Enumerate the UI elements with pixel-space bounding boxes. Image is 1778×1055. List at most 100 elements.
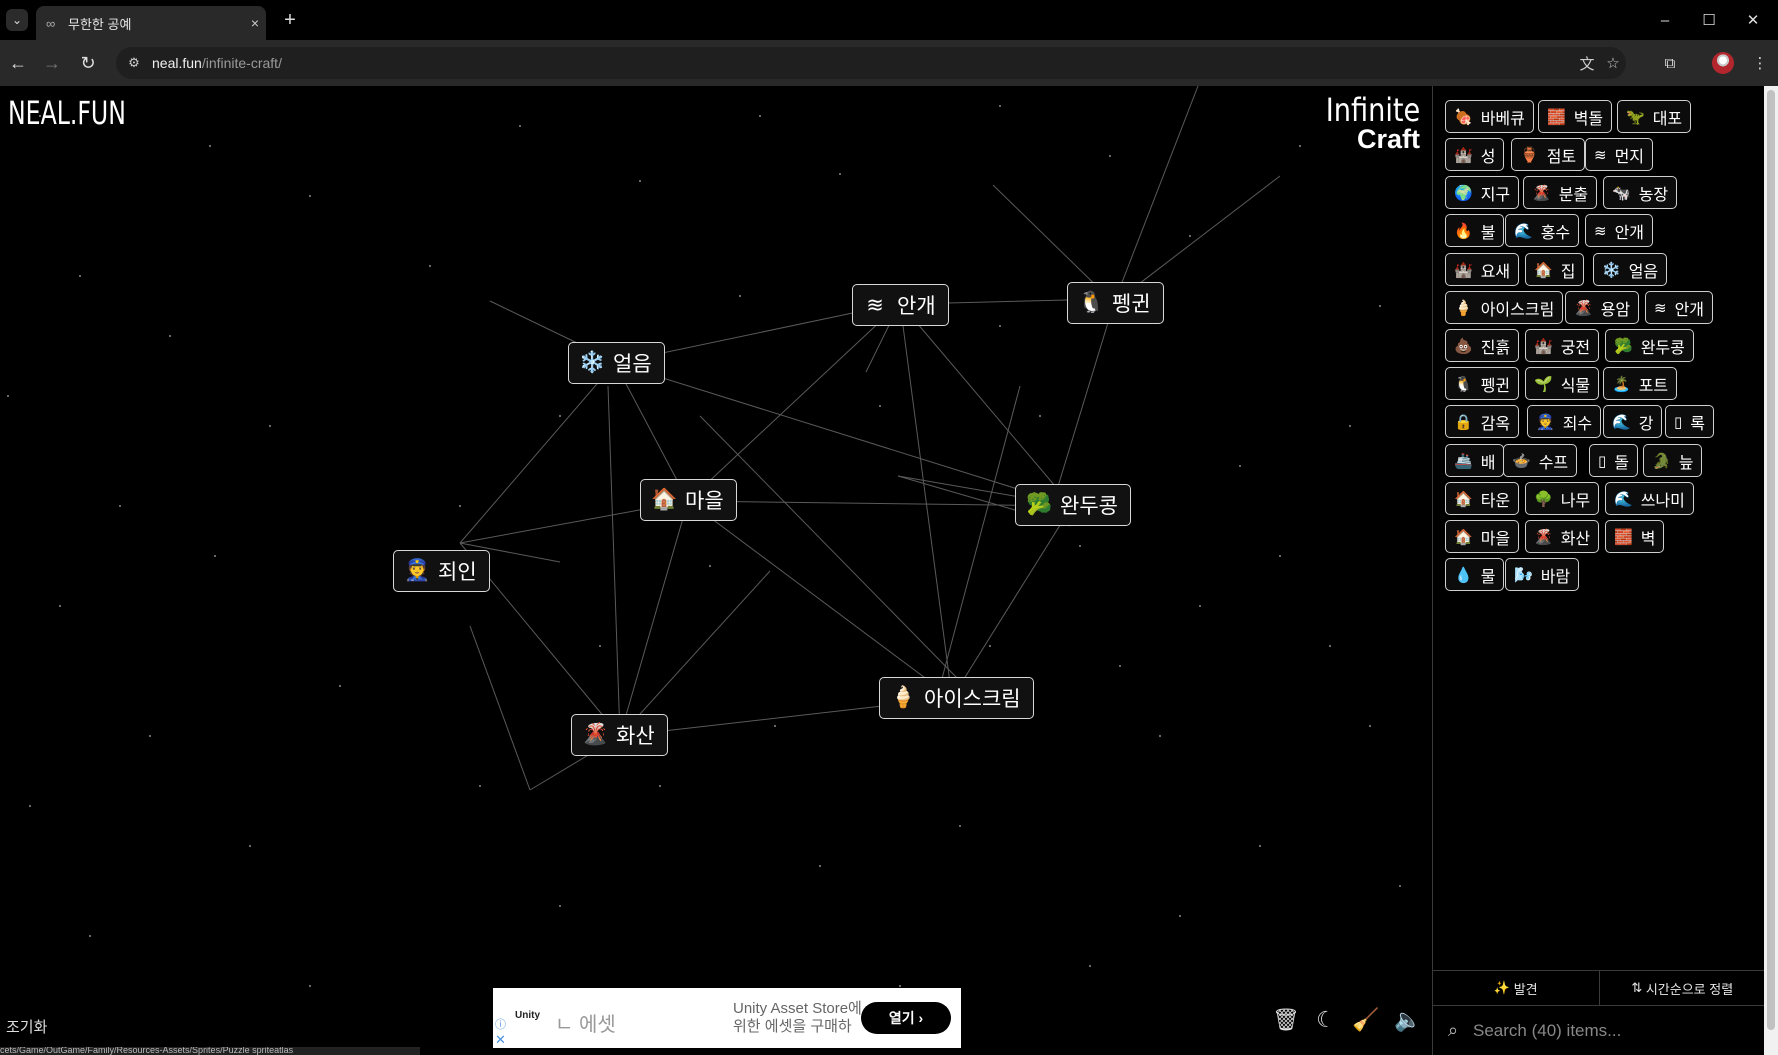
sidebar-item[interactable]: 🐧 펭귄: [1445, 367, 1520, 400]
forward-arrow-icon[interactable]: →: [40, 51, 64, 75]
sidebar-item[interactable]: ❄️ 얼음: [1593, 253, 1668, 286]
canvas-item[interactable]: 🌋 화산: [571, 714, 668, 756]
moon-icon[interactable]: ☾: [1312, 1006, 1340, 1034]
site-settings-icon[interactable]: ⚙: [116, 55, 152, 71]
sidebar-item[interactable]: 🥦 완두콩: [1605, 329, 1694, 362]
starfield: [7, 86, 1401, 987]
sidebar-item[interactable]: 🐄 농장: [1603, 176, 1678, 209]
sidebar-item[interactable]: 🧱 벽돌: [1538, 100, 1613, 133]
sidebar-item[interactable]: 🌍 지구: [1445, 176, 1520, 209]
tab-close-icon[interactable]: ×: [244, 15, 266, 31]
sidebar-item[interactable]: 🍖 바베큐: [1445, 100, 1534, 133]
canvas-item[interactable]: 👮 죄인: [393, 550, 490, 592]
penguin-icon: 🐧: [1454, 375, 1473, 393]
sidebar-item[interactable]: 💩 진흙: [1445, 329, 1520, 362]
page-scrollbar[interactable]: [1764, 86, 1778, 1055]
close-window-button[interactable]: ✕: [1730, 6, 1776, 34]
sidebar-item[interactable]: 🏰 요새: [1445, 253, 1520, 286]
canvas-item[interactable]: ❄️ 얼음: [568, 342, 665, 384]
sidebar-item[interactable]: 🌋 분출: [1523, 176, 1598, 209]
canvas-item[interactable]: 🍦 아이스크림: [879, 677, 1034, 719]
canvas-item-label: 펭귄: [1112, 293, 1151, 316]
sidebar-item[interactable]: 🌬️ 바람: [1505, 558, 1580, 591]
minimize-button[interactable]: –: [1642, 6, 1688, 34]
sidebar-item-label: 분출: [1558, 186, 1589, 204]
sidebar-item[interactable]: 🌊 홍수: [1505, 214, 1580, 247]
sidebar-item[interactable]: 🍲 수프: [1503, 444, 1578, 477]
lock-icon: 🔒: [1454, 413, 1473, 431]
neal-fun-logo[interactable]: NEAL.FUN: [8, 94, 126, 132]
canvas-item[interactable]: 🏠 마을: [640, 479, 737, 521]
sidebar-item[interactable]: 🏠 마을: [1445, 520, 1520, 553]
sidebar-item-label: 안개: [1674, 301, 1705, 319]
craft-canvas[interactable]: NEAL.FUN Infinite Craft ≋ 안개 🐧 펭귄 ❄️ 얼음 🏠 마을…: [0, 86, 1432, 1055]
sidebar-item[interactable]: 🧱 벽: [1605, 520, 1665, 553]
extensions-icon[interactable]: ⧉: [1658, 51, 1682, 75]
discover-button[interactable]: ✨ 발견: [1433, 971, 1599, 1005]
broom-icon[interactable]: 🧹: [1352, 1006, 1380, 1034]
address-bar[interactable]: ⚙ neal.fun/infinite-craft/ 文 ☆: [116, 47, 1626, 79]
sort-button[interactable]: ⇅ 시간순으로 정렬: [1598, 971, 1766, 1005]
menu-kebab-icon[interactable]: ⋮: [1748, 51, 1772, 75]
sidebar-item[interactable]: 👮 죄수: [1527, 405, 1602, 438]
sidebar-item[interactable]: 🌳 나무: [1525, 482, 1600, 515]
sidebar-item[interactable]: 🏝️ 포트: [1603, 367, 1678, 400]
ad-brand: Unity: [515, 1010, 540, 1021]
sidebar-item[interactable]: 🌋 화산: [1525, 520, 1600, 553]
profile-avatar[interactable]: [1712, 52, 1734, 74]
sidebar-item[interactable]: ▯ 록: [1665, 405, 1714, 438]
sidebar-item[interactable]: 🐊 늪: [1643, 444, 1703, 477]
sidebar-item[interactable]: 🏠 타운: [1445, 482, 1520, 515]
reset-button[interactable]: 조기화: [6, 1016, 47, 1037]
sidebar-item[interactable]: 💧 물: [1445, 558, 1505, 591]
scrollbar-thumb[interactable]: [1767, 90, 1775, 1030]
sidebar-item-label: 농장: [1638, 186, 1669, 204]
broccoli-icon: 🥦: [1614, 337, 1633, 355]
sidebar-item-label: 벽돌: [1573, 110, 1604, 128]
sidebar-item-label: 강: [1638, 415, 1654, 433]
volcano-icon: 🌋: [1532, 184, 1551, 202]
trash-icon[interactable]: 🗑: [1272, 1006, 1300, 1034]
sidebar-item[interactable]: ≋ 안개: [1645, 291, 1714, 324]
canvas-item[interactable]: 🥦 완두콩: [1015, 484, 1131, 526]
sidebar-item[interactable]: 🌊 쓰나미: [1605, 482, 1694, 515]
sidebar-item-label: 수프: [1538, 454, 1569, 472]
ad-banner[interactable]: ⓘ ✕ Unity ㄴ 에셋 Unity Asset Store에 위한 에셋을…: [493, 988, 961, 1048]
sidebar-item-label: 집: [1560, 263, 1576, 281]
sidebar-item[interactable]: 🏺 점토: [1511, 138, 1586, 171]
canvas-item[interactable]: ≋ 안개: [852, 284, 949, 326]
sidebar-item[interactable]: 🏠 집: [1525, 253, 1585, 286]
tab-search-button[interactable]: ⌄: [6, 9, 28, 31]
back-arrow-icon[interactable]: ←: [6, 51, 30, 75]
bookmark-star-icon[interactable]: ☆: [1600, 47, 1626, 79]
sidebar-item[interactable]: 🏰 성: [1445, 138, 1505, 171]
castle-icon: 🏰: [1534, 337, 1553, 355]
sidebar-item[interactable]: 🌊 강: [1603, 405, 1663, 438]
sidebar-item[interactable]: 🏰 궁전: [1525, 329, 1600, 362]
reload-icon[interactable]: ↻: [76, 51, 100, 75]
search-input[interactable]: [1473, 1020, 1765, 1041]
sidebar-item[interactable]: ≋ 먼지: [1585, 138, 1654, 171]
maximize-button[interactable]: ☐: [1686, 6, 1732, 34]
translate-icon[interactable]: 文: [1574, 47, 1600, 79]
sidebar-item[interactable]: ▯ 돌: [1589, 444, 1638, 477]
sidebar-item-label: 진흙: [1480, 339, 1511, 357]
sidebar-item[interactable]: 🚢 배: [1445, 444, 1505, 477]
sidebar-item[interactable]: 🍦 아이스크림: [1445, 291, 1564, 324]
ad-open-button[interactable]: 열기 ›: [861, 1002, 951, 1034]
sidebar-item[interactable]: 🔥 불: [1445, 214, 1505, 247]
sidebar-item[interactable]: 🌱 식물: [1525, 367, 1600, 400]
new-tab-button[interactable]: +: [278, 8, 302, 32]
ad-headline: ㄴ 에셋: [555, 1014, 616, 1036]
ad-body: Unity Asset Store에 위한 에셋을 구매하: [733, 1000, 862, 1036]
active-tab[interactable]: ∞ 무한한 공예 ×: [36, 6, 266, 40]
ad-info-icon[interactable]: ⓘ: [495, 1016, 506, 1032]
fog-icon: ≋: [866, 293, 884, 317]
sidebar-item[interactable]: 🌋 용암: [1565, 291, 1640, 324]
speaker-icon[interactable]: 🔈: [1394, 1006, 1422, 1034]
ad-close-icon[interactable]: ✕: [495, 1032, 506, 1048]
canvas-item[interactable]: 🐧 펭귄: [1067, 282, 1164, 324]
sidebar-item[interactable]: 🦖 대포: [1617, 100, 1692, 133]
sidebar-item[interactable]: ≋ 안개: [1585, 214, 1654, 247]
sidebar-item[interactable]: 🔒 감옥: [1445, 405, 1520, 438]
